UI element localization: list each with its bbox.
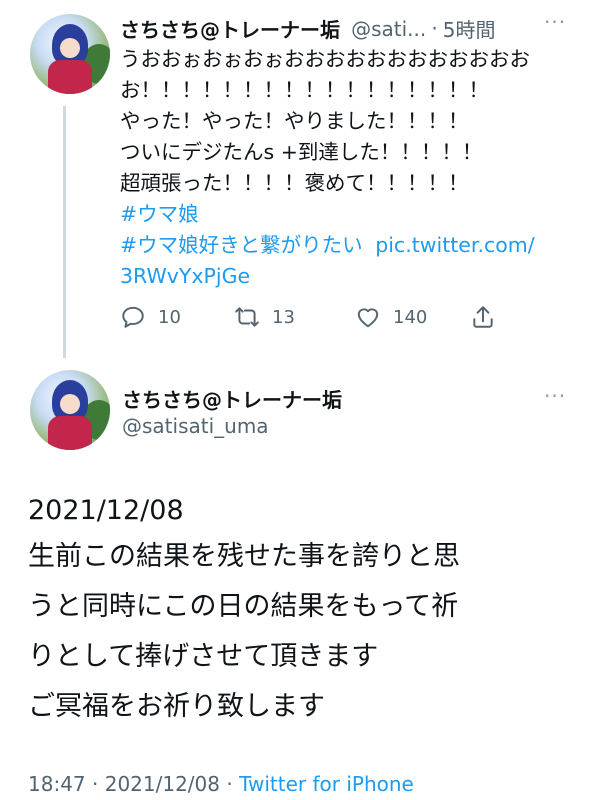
display-name[interactable]: さちさち@トレーナー垢	[122, 384, 342, 413]
avatar[interactable]	[30, 370, 110, 450]
like-count: 140	[393, 306, 428, 328]
tweet-date[interactable]: 2021/12/08	[105, 772, 220, 796]
retweet-icon	[235, 307, 259, 327]
tweet-text-line: 2021/12/08	[28, 495, 184, 526]
tweet-text-line-links: #ウマ娘好きと繋がりたい pic.twitter.com/	[120, 230, 535, 260]
separator-dot: ·	[92, 772, 99, 796]
user-handle[interactable]: @satisati_uma	[122, 414, 269, 438]
tweet-metadata: 18:47 · 2021/12/08 · Twitter for iPhone	[28, 772, 414, 796]
share-button[interactable]	[470, 302, 496, 332]
retweet-button[interactable]: 13	[234, 302, 295, 332]
media-link[interactable]: pic.twitter.com/	[375, 233, 534, 257]
tweet-time[interactable]: 5時間	[443, 18, 496, 42]
tweet-text-line: 生前この結果を残せた事を誇りと思	[28, 541, 460, 572]
more-options-icon[interactable]: ···	[544, 384, 566, 408]
more-options-icon[interactable]: ···	[544, 10, 566, 34]
user-handle[interactable]: @sati...	[351, 17, 426, 41]
thread-connector-line	[63, 106, 66, 358]
tweet-text-line: りとして捧げさせて頂きます	[28, 641, 379, 672]
tweet-text-line: うと同時にこの日の結果をもって祈	[28, 591, 459, 622]
like-button[interactable]: 140	[355, 302, 427, 332]
reply-icon	[122, 306, 144, 328]
separator-dot: ·	[431, 16, 438, 41]
share-icon	[473, 306, 493, 328]
tweet-text-line: やった！やった！やりました！！！！	[120, 109, 469, 133]
tweet-text-line: ついにデジたんs +到達した！！！！！	[120, 140, 483, 164]
display-name[interactable]: さちさち@トレーナー垢	[120, 18, 340, 42]
avatar[interactable]	[30, 14, 110, 94]
tweet-header: さちさち@トレーナー垢 @sati... · 5時間	[120, 14, 540, 43]
tweet-text-line: お！！！！！！！！！！！！！！！！！	[120, 78, 489, 102]
tweet-text-line: ご冥福をお祈り致します	[28, 691, 325, 722]
tweet-text-line: うおおぉおぉおぉおおおおおおおおおおおお	[120, 47, 530, 71]
separator-dot: ·	[226, 772, 233, 796]
reply-count: 10	[158, 306, 181, 328]
media-link[interactable]: 3RWvYxPjGe	[120, 261, 250, 291]
hashtag-link[interactable]: #ウマ娘	[120, 199, 199, 229]
tweet-source-link[interactable]: Twitter for iPhone	[239, 772, 414, 796]
like-icon	[357, 308, 379, 328]
tweet-text-line: 超頑張った！！！！褒めて！！！！！	[120, 171, 469, 195]
tweet-time[interactable]: 18:47	[28, 772, 86, 796]
hashtag-link[interactable]: #ウマ娘好きと繋がりたい	[120, 233, 363, 257]
reply-button[interactable]: 10	[120, 302, 181, 332]
retweet-count: 13	[272, 306, 295, 328]
